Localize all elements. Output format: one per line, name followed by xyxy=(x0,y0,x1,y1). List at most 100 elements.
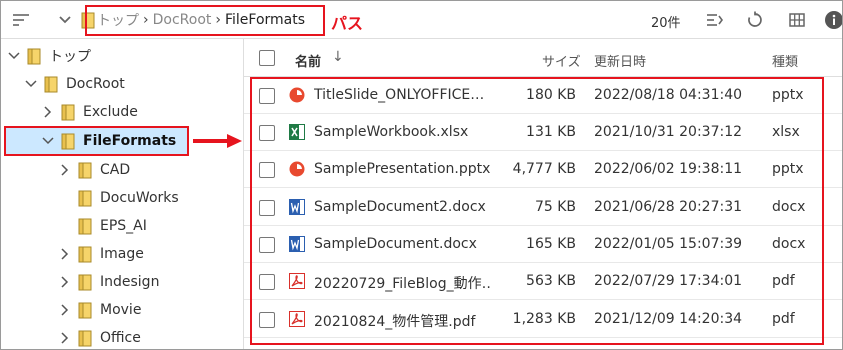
chevron-down-icon[interactable] xyxy=(7,49,21,63)
chevron-right-icon[interactable] xyxy=(58,247,72,261)
file-size: 563 KB xyxy=(526,273,576,289)
file-row[interactable]: TitleSlide_ONLYOFFICE… 180 KB 2022/08/18… xyxy=(244,77,842,114)
chevron-right-icon[interactable] xyxy=(41,105,55,119)
chevron-down-icon[interactable] xyxy=(55,10,75,30)
tree-item-eps-ai[interactable]: EPS_AI xyxy=(78,212,147,240)
arrow-right-icon xyxy=(193,134,242,148)
chevron-right-icon[interactable] xyxy=(58,163,72,177)
file-type: pptx xyxy=(772,161,804,177)
file-list: 名前 ↓ サイズ 更新日時 種類 TitleSlide_ONLYOFFICE… … xyxy=(244,39,842,349)
file-size: 1,283 KB xyxy=(512,311,576,327)
folder-icon xyxy=(78,246,92,262)
row-checkbox[interactable] xyxy=(259,125,275,141)
file-row[interactable]: SampleWorkbook.xlsx 131 KB 2021/10/31 20… xyxy=(244,114,842,151)
tree-item-movie[interactable]: Movie xyxy=(58,296,141,324)
tree-item-label: Movie xyxy=(100,302,142,318)
folder-icon xyxy=(78,330,92,346)
tree-item-image[interactable]: Image xyxy=(58,240,144,268)
tree-item-office[interactable]: Office xyxy=(58,324,141,349)
file-size: 180 KB xyxy=(526,87,576,103)
file-date: 2022/08/18 04:31:40 xyxy=(594,87,743,103)
file-size: 165 KB xyxy=(526,236,576,252)
tree-item-label: DocRoot xyxy=(66,76,125,92)
file-type: docx xyxy=(772,199,806,215)
refresh-icon[interactable] xyxy=(745,10,765,30)
row-checkbox[interactable] xyxy=(259,237,275,253)
tree-item-label: トップ xyxy=(49,49,91,65)
tree-item-exclude[interactable]: Exclude xyxy=(41,98,138,126)
file-size: 75 KB xyxy=(534,199,576,215)
tree-item-cad[interactable]: CAD xyxy=(58,156,130,184)
column-header-date[interactable]: 更新日時 xyxy=(594,51,646,70)
folder-icon xyxy=(78,218,92,234)
path-highlight-box xyxy=(85,5,325,36)
row-checkbox[interactable] xyxy=(259,200,275,216)
toolbar: トップ › DocRoot › FileFormats パス 20件 xyxy=(1,1,842,39)
tree-item-label: Image xyxy=(100,246,144,262)
folder-icon xyxy=(44,76,58,92)
folder-icon xyxy=(78,302,92,318)
tree-item-docuworks[interactable]: DocuWorks xyxy=(78,184,179,212)
tree-item-indesign[interactable]: Indesign xyxy=(58,268,159,296)
info-icon[interactable] xyxy=(824,10,842,30)
tree-item-fileformats[interactable]: FileFormats xyxy=(41,127,176,155)
file-date: 2022/06/02 19:38:11 xyxy=(594,161,743,177)
folder-icon xyxy=(78,190,92,206)
file-row[interactable]: 20210824_物件管理.pdf 1,283 KB 2021/12/09 14… xyxy=(244,301,842,338)
file-size: 131 KB xyxy=(526,124,576,140)
sort-arrow-down-icon[interactable]: ↓ xyxy=(332,49,344,65)
file-type: pdf xyxy=(772,311,795,327)
pptx-icon xyxy=(289,161,305,177)
file-row[interactable]: SampleDocument.docx 165 KB 2022/01/05 15… xyxy=(244,226,842,263)
file-type: pptx xyxy=(772,87,804,103)
file-name[interactable]: SampleDocument2.docx xyxy=(314,199,490,215)
chevron-right-icon[interactable] xyxy=(58,331,72,345)
file-browser-window: トップ › DocRoot › FileFormats パス 20件 トップ D… xyxy=(0,0,843,350)
chevron-right-icon[interactable] xyxy=(58,275,72,289)
tree-item-label: Indesign xyxy=(100,274,160,290)
column-header-size[interactable]: サイズ xyxy=(542,51,581,70)
tree-item-top[interactable]: トップ xyxy=(7,42,91,70)
file-row[interactable]: 20220729_FileBlog_動作… 563 KB 2022/07/29 … xyxy=(244,263,842,300)
path-annotation: パス xyxy=(331,14,364,33)
tree-item-label: DocuWorks xyxy=(100,190,179,206)
folder-icon xyxy=(27,48,41,64)
file-row[interactable]: SamplePresentation.pptx 4,777 KB 2022/06… xyxy=(244,151,842,188)
row-checkbox[interactable] xyxy=(259,88,275,104)
column-header-name[interactable]: 名前 xyxy=(295,51,321,70)
file-name[interactable]: SamplePresentation.pptx xyxy=(314,161,490,177)
column-header-type[interactable]: 種類 xyxy=(772,51,798,70)
row-checkbox[interactable] xyxy=(259,162,275,178)
file-name[interactable]: SampleDocument.docx xyxy=(314,236,490,252)
sort-list-icon[interactable] xyxy=(705,10,725,30)
chevron-down-icon[interactable] xyxy=(41,134,55,148)
file-name[interactable]: 20210824_物件管理.pdf xyxy=(314,311,490,331)
file-name[interactable]: 20220729_FileBlog_動作… xyxy=(314,273,490,293)
tree-item-label: CAD xyxy=(100,162,131,178)
file-size: 4,777 KB xyxy=(512,161,576,177)
pptx-icon xyxy=(289,87,305,103)
file-date: 2021/06/28 20:27:31 xyxy=(594,199,743,215)
row-checkbox[interactable] xyxy=(259,274,275,290)
list-header: 名前 ↓ サイズ 更新日時 種類 xyxy=(244,39,842,77)
pdf-icon xyxy=(289,273,305,289)
row-checkbox[interactable] xyxy=(259,312,275,328)
tree-item-label: Office xyxy=(100,330,141,346)
folder-icon xyxy=(61,104,75,120)
file-type: docx xyxy=(772,236,806,252)
grid-view-icon[interactable] xyxy=(787,10,807,30)
menu-lines-icon[interactable] xyxy=(11,10,31,30)
pdf-icon xyxy=(289,311,305,327)
file-date: 2022/01/05 15:07:39 xyxy=(594,236,743,252)
file-date: 2021/10/31 20:37:12 xyxy=(594,124,743,140)
docx-icon xyxy=(289,236,305,252)
select-all-checkbox[interactable] xyxy=(259,50,275,66)
file-name[interactable]: TitleSlide_ONLYOFFICE… xyxy=(314,87,490,103)
file-row[interactable]: SampleDocument2.docx 75 KB 2021/06/28 20… xyxy=(244,189,842,226)
chevron-down-icon[interactable] xyxy=(24,77,38,91)
item-count: 20件 xyxy=(651,16,681,31)
chevron-right-icon[interactable] xyxy=(58,303,72,317)
file-name[interactable]: SampleWorkbook.xlsx xyxy=(314,124,490,140)
tree-item-docroot[interactable]: DocRoot xyxy=(24,70,125,98)
xlsx-icon xyxy=(289,124,305,140)
